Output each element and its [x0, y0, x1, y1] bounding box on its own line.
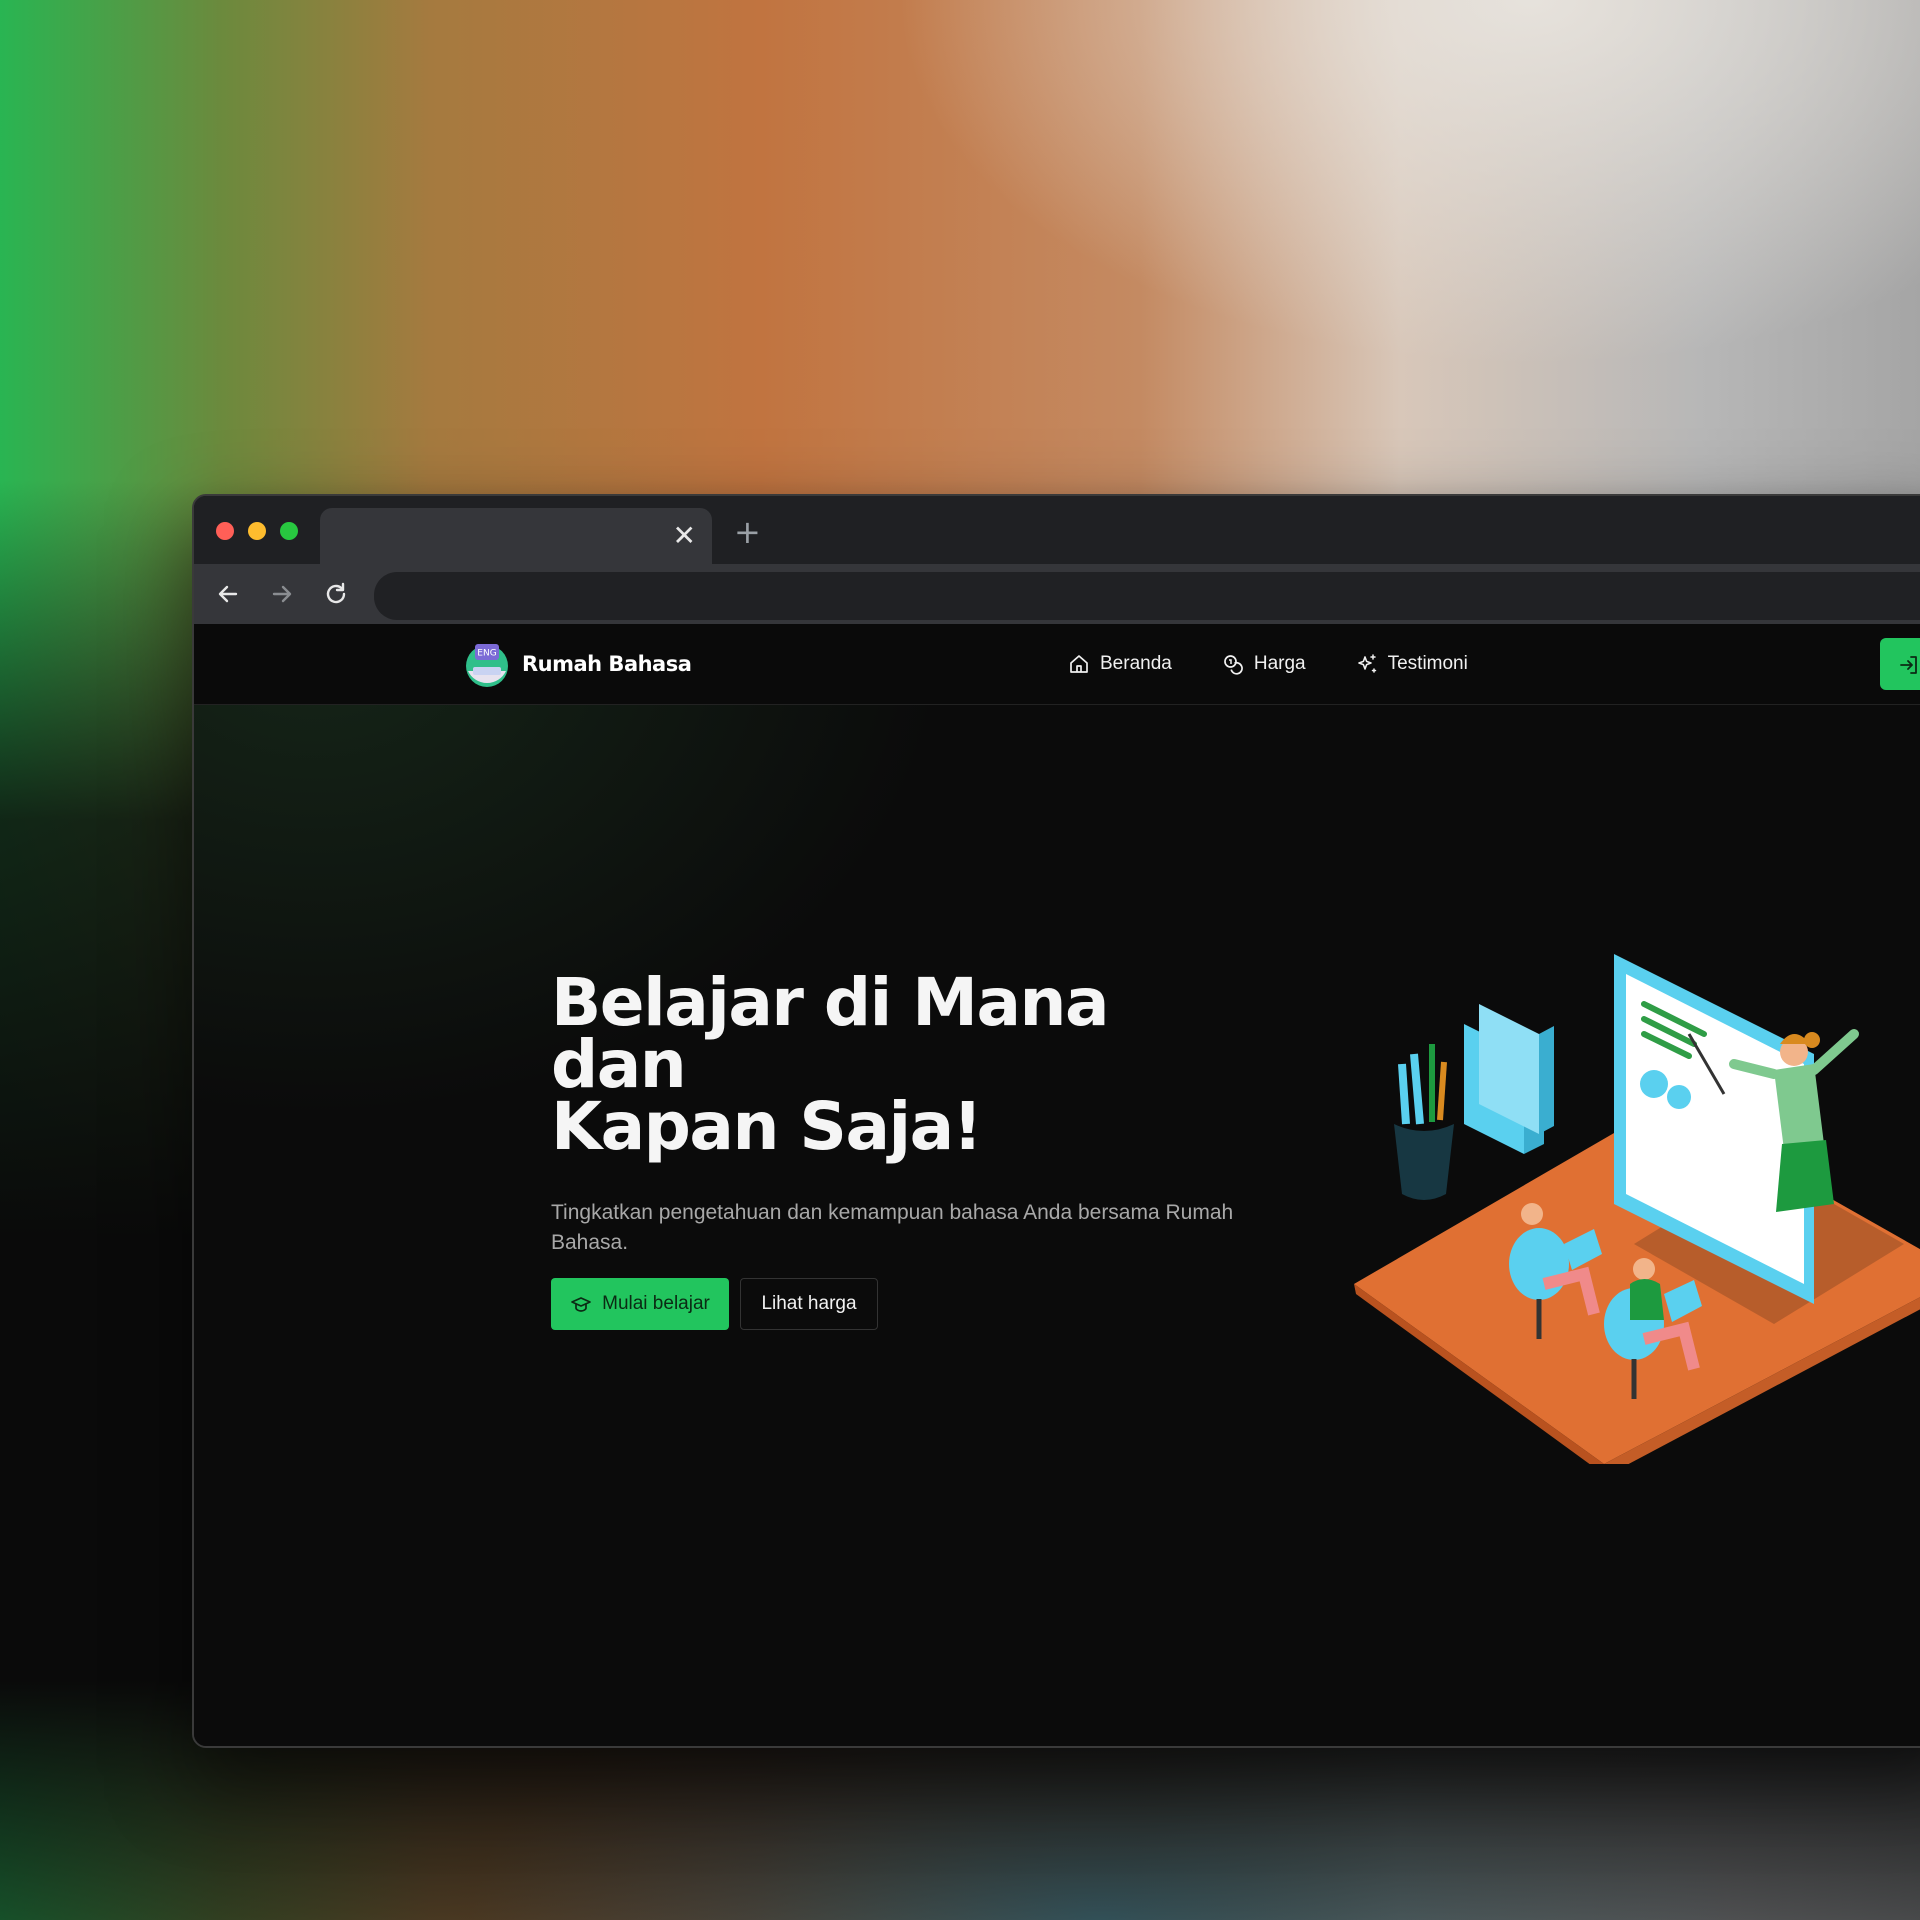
tab-close-icon[interactable]: ✕ [673, 522, 696, 550]
start-learning-button[interactable]: Mulai belajar [551, 1278, 729, 1330]
minimize-window-button[interactable] [248, 522, 266, 540]
browser-toolbar [194, 564, 1920, 624]
login-button[interactable] [1880, 638, 1920, 690]
graduation-cap-icon [571, 1297, 591, 1312]
sparkles-icon [1357, 654, 1376, 673]
nav-item-label: Beranda [1100, 653, 1172, 674]
hero-title: Belajar di Mana dan Kapan Saja! [551, 970, 1251, 1160]
forward-arrow-icon[interactable] [268, 580, 296, 608]
new-tab-icon[interactable]: + [734, 516, 761, 548]
home-icon [1070, 655, 1088, 673]
classroom-illustration [1354, 954, 1920, 1464]
start-learning-label: Mulai belajar [602, 1293, 710, 1314]
brand-link[interactable]: ENG Rumah Bahasa [464, 640, 692, 688]
brand-name: Rumah Bahasa [522, 652, 692, 676]
nav-item-harga[interactable]: Harga [1222, 653, 1306, 675]
nav-item-label: Testimoni [1387, 653, 1468, 674]
view-pricing-label: Lihat harga [761, 1293, 857, 1314]
nav-links: Beranda Harga Testimoni [1068, 646, 1518, 682]
reload-icon[interactable] [322, 580, 350, 608]
hero-title-line-2: Kapan Saja! [551, 1088, 983, 1165]
view-pricing-button[interactable]: Lihat harga [740, 1278, 878, 1330]
login-icon [1900, 656, 1917, 674]
browser-tab[interactable]: ✕ [320, 508, 712, 564]
web-page: ENG Rumah Bahasa Beranda Harga Testimoni [194, 624, 1920, 1746]
logo-badge: ENG [477, 649, 496, 659]
coins-icon [1223, 655, 1243, 675]
address-bar-input[interactable] [374, 572, 1920, 620]
brand-logo-icon: ENG [466, 644, 508, 687]
browser-window: ✕ + ENG Rumah Bahasa Beranda Harga Testi… [192, 494, 1920, 1748]
browser-tab-bar: ✕ + [194, 496, 1920, 564]
close-window-button[interactable] [216, 522, 234, 540]
hero-subtitle: Tingkatkan pengetahuan dan kemampuan bah… [551, 1201, 1234, 1254]
site-navbar: ENG Rumah Bahasa Beranda Harga Testimoni [194, 624, 1920, 705]
hero-title-line-1: Belajar di Mana dan [551, 964, 1110, 1103]
nav-item-testimoni[interactable]: Testimoni [1356, 653, 1468, 675]
maximize-window-button[interactable] [280, 522, 298, 540]
back-arrow-icon[interactable] [214, 580, 242, 608]
nav-item-beranda[interactable]: Beranda [1068, 653, 1172, 675]
nav-item-label: Harga [1253, 653, 1306, 674]
